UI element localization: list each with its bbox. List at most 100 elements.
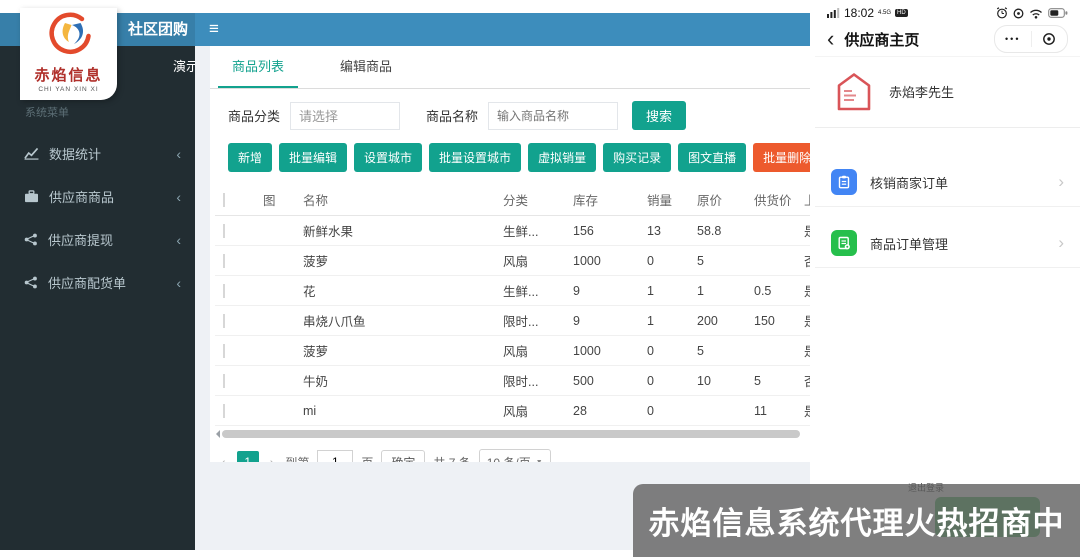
action-button[interactable]: 图文直播	[678, 143, 746, 172]
cell-price: 58.8	[689, 224, 746, 238]
caret-down-icon: ▼	[536, 459, 543, 463]
cell-stock: 9	[565, 314, 639, 328]
pagination-prev-button[interactable]: ‹	[218, 454, 229, 462]
supplier-profile[interactable]: 赤焰李先生	[815, 57, 1080, 128]
cell-stock: 1000	[565, 254, 639, 268]
status-bar: 18:02 4.5G HD	[815, 0, 1080, 20]
row-checkbox[interactable]	[223, 254, 225, 268]
hamburger-menu-icon[interactable]: ≡	[209, 19, 219, 39]
cell-on-shelf: 是	[796, 341, 810, 360]
menu-item-verify-orders[interactable]: 核销商家订单 ›	[815, 158, 1080, 207]
cell-product-name: mi	[295, 404, 495, 418]
cell-sales: 1	[639, 314, 689, 328]
sidebar: 系统菜单 数据统计 ‹ 供应商商品 ‹ 供应商提现 ‹ 供应商配货单 ‹	[0, 46, 195, 550]
pagination-goto-input[interactable]	[317, 450, 353, 462]
pagination-next-button[interactable]: ›	[267, 454, 278, 462]
tab-bar: 商品列表 编辑商品	[210, 46, 810, 89]
search-button[interactable]: 搜索	[632, 101, 686, 130]
column-header-image: 图	[255, 190, 295, 209]
action-button[interactable]: 批量编辑	[279, 143, 347, 172]
cell-category: 生鲜...	[495, 281, 565, 300]
signal-icon	[827, 8, 840, 18]
menu-item-product-orders[interactable]: 商品订单管理 ›	[815, 219, 1080, 268]
brand-name: 赤焰信息	[20, 64, 117, 85]
action-button[interactable]: 批量删除	[753, 143, 810, 172]
hd-icon: HD	[895, 9, 908, 17]
page-size-value: 10 条/页	[487, 454, 531, 463]
sidebar-item-label: 供应商配货单	[48, 273, 176, 292]
cell-product-name: 新鲜水果	[295, 221, 495, 240]
row-checkbox[interactable]	[223, 284, 225, 298]
sidebar-item-data-stats[interactable]: 数据统计 ‹	[0, 132, 195, 175]
briefcase-icon	[24, 190, 39, 203]
page-size-select[interactable]: 10 条/页 ▼	[479, 449, 551, 462]
row-checkbox[interactable]	[223, 314, 225, 328]
scroll-left-arrow-icon[interactable]	[212, 430, 220, 438]
pagination-current-page[interactable]: 1	[237, 451, 259, 462]
table-body: 新鲜水果 生鲜... 156 13 58.8 是 菠萝 风扇 1000 0 5	[215, 216, 810, 426]
scrollbar-thumb[interactable]	[222, 430, 800, 438]
pagination-goto-unit: 页	[361, 454, 373, 463]
cell-on-shelf: 是	[796, 281, 810, 300]
supplier-name: 赤焰李先生	[889, 82, 954, 101]
action-button[interactable]: 购买记录	[603, 143, 671, 172]
cell-category: 生鲜...	[495, 221, 565, 240]
sidebar-section-label: 系统菜单	[25, 104, 195, 120]
app-title: 社区团购	[128, 21, 188, 38]
cell-on-shelf: 是	[796, 221, 810, 240]
action-button[interactable]: 新增	[228, 143, 272, 172]
cell-price: 200	[689, 314, 746, 328]
table-header-row: 图 名称 分类 库存 销量 原价 供货价 上架	[215, 184, 810, 216]
cell-stock: 500	[565, 374, 639, 388]
sidebar-item-label: 数据统计	[49, 144, 176, 163]
cell-supply-price: 150	[746, 314, 796, 328]
select-all-checkbox[interactable]	[223, 193, 225, 207]
cell-stock: 1000	[565, 344, 639, 358]
action-button[interactable]: 设置城市	[354, 143, 422, 172]
horizontal-scrollbar[interactable]	[212, 429, 810, 439]
promo-banner-text: 赤焰信息系统代理火热招商中	[649, 498, 1065, 543]
brand-logo-card: 赤焰信息 CHI YAN XIN XI	[20, 8, 117, 100]
brand-logo-icon	[45, 11, 93, 57]
product-name-input[interactable]	[488, 102, 618, 130]
cell-category: 风扇	[495, 251, 565, 270]
sidebar-item-label: 供应商商品	[49, 187, 176, 206]
more-menu-icon[interactable]: •••	[995, 34, 1031, 44]
filter-row: 商品分类 请选择 商品名称 搜索	[228, 101, 810, 130]
alarm-clock-icon	[996, 7, 1008, 19]
cell-sales: 0	[639, 404, 689, 418]
cell-product-name: 串烧八爪鱼	[295, 311, 495, 330]
close-target-icon[interactable]	[1032, 32, 1068, 46]
sidebar-item-label: 供应商提现	[48, 230, 176, 249]
cell-stock: 28	[565, 404, 639, 418]
sidebar-item-supplier-withdraw[interactable]: 供应商提现 ‹	[0, 218, 195, 261]
row-checkbox[interactable]	[223, 404, 225, 418]
tab-product-list[interactable]: 商品列表	[218, 46, 298, 88]
cell-price: 5	[689, 344, 746, 358]
sidebar-item-supplier-products[interactable]: 供应商商品 ‹	[0, 175, 195, 218]
action-button[interactable]: 批量设置城市	[429, 143, 521, 172]
cell-product-name: 牛奶	[295, 371, 495, 390]
cell-price: 10	[689, 374, 746, 388]
action-button[interactable]: 虚拟销量	[528, 143, 596, 172]
table-row: mi 风扇 28 0 11 是	[215, 396, 810, 426]
cell-stock: 156	[565, 224, 639, 238]
cell-category: 限时...	[495, 311, 565, 330]
pagination-confirm-button[interactable]: 确定	[381, 450, 425, 462]
row-checkbox[interactable]	[223, 344, 225, 358]
back-chevron-icon[interactable]: ‹	[827, 24, 834, 54]
category-select[interactable]: 请选择	[290, 102, 400, 130]
row-checkbox[interactable]	[223, 224, 225, 238]
tab-edit-product[interactable]: 编辑商品	[326, 46, 406, 88]
cell-category: 风扇	[495, 341, 565, 360]
mobile-mini-program: 18:02 4.5G HD ‹ 供应商主页 ••• 赤焰李先生	[815, 0, 1080, 557]
cell-sales: 1	[639, 284, 689, 298]
pagination: ‹ 1 › 到第 页 确定 共 7 条 10 条/页 ▼	[218, 449, 810, 462]
sidebar-item-supplier-dispatch[interactable]: 供应商配货单 ‹	[0, 261, 195, 304]
chevron-left-icon: ‹	[176, 189, 181, 205]
cell-category: 限时...	[495, 371, 565, 390]
chevron-left-icon: ‹	[176, 275, 181, 291]
row-checkbox[interactable]	[223, 374, 225, 388]
table-row: 花 生鲜... 9 1 1 0.5 是	[215, 276, 810, 306]
cell-product-name: 菠萝	[295, 341, 495, 360]
